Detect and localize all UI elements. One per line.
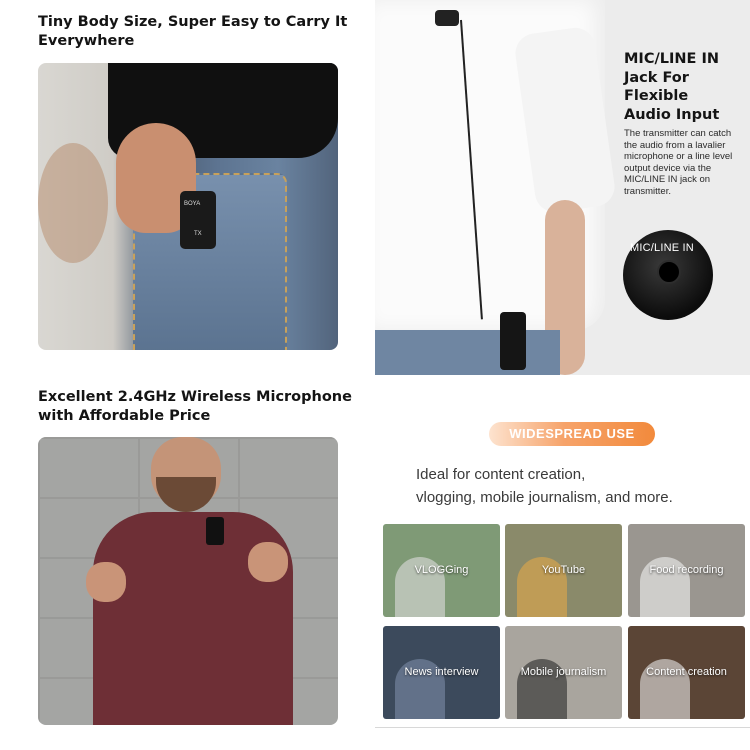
tiny-size-heading-line2: Everywhere: [38, 33, 135, 49]
jack-label: MIC/LINE IN: [630, 242, 694, 254]
wireless-mic-heading-line1: Excellent 2.4GHz Wireless Microphone: [38, 389, 352, 405]
mic-line-in-title-line4: Audio Input: [624, 106, 720, 123]
use-case-label: YouTube: [541, 564, 586, 576]
happy-man-photo: [38, 437, 338, 725]
transmitter-device: [500, 312, 526, 370]
use-case-label: Food recording: [649, 564, 724, 576]
background-blur: [38, 143, 108, 263]
wireless-mic-heading: Excellent 2.4GHz Wireless Microphone wit…: [38, 388, 358, 426]
clipped-transmitter: [206, 517, 224, 545]
left-fist: [86, 562, 126, 602]
tiny-size-heading: Tiny Body Size, Super Easy to Carry It E…: [38, 13, 358, 51]
use-case-label: Mobile journalism: [520, 666, 607, 678]
transmitter-device: BOYA TX: [180, 191, 216, 249]
use-case-label: News interview: [404, 666, 479, 678]
mic-line-in-panel: MIC/LINE IN Jack For Flexible Audio Inpu…: [375, 0, 750, 375]
use-case-grid: VLOGGing YouTube Food recording News int…: [383, 524, 745, 721]
tiny-size-panel: Tiny Body Size, Super Easy to Carry It E…: [0, 0, 375, 375]
use-case-tile-content-creation: Content creation: [628, 626, 745, 719]
lavalier-mic: [435, 10, 459, 26]
use-case-label: VLOGGing: [414, 564, 469, 576]
mic-line-in-title-line2: Jack For: [624, 69, 689, 86]
widespread-use-badge: WIDESPREAD USE: [489, 422, 655, 446]
jeans: [375, 330, 560, 375]
widespread-use-panel: WIDESPREAD USE Ideal for content creatio…: [375, 375, 750, 750]
wireless-mic-heading-line2: with Affordable Price: [38, 408, 211, 424]
audio-jack-icon: [657, 260, 681, 284]
tiny-size-heading-line1: Tiny Body Size, Super Easy to Carry It: [38, 14, 348, 30]
use-case-tile-news: News interview: [383, 626, 500, 719]
use-case-tile-mobile-journalism: Mobile journalism: [505, 626, 622, 719]
right-fist: [248, 542, 288, 582]
use-case-tile-vlogging: VLOGGing: [383, 524, 500, 617]
device-tag: TX: [194, 231, 202, 237]
widespread-use-text-line2: vlogging, mobile journalism, and more.: [416, 489, 673, 506]
wireless-mic-panel: Excellent 2.4GHz Wireless Microphone wit…: [0, 375, 375, 750]
device-logo: BOYA: [184, 201, 201, 207]
use-case-label: Content creation: [646, 666, 727, 678]
use-case-tile-youtube: YouTube: [505, 524, 622, 617]
widespread-use-text: Ideal for content creation, vlogging, mo…: [416, 463, 716, 509]
mic-line-in-title-line3: Flexible: [624, 88, 689, 104]
mic-line-in-title: MIC/LINE IN Jack For Flexible Audio Inpu…: [624, 50, 744, 124]
pocket-photo: BOYA TX: [38, 63, 338, 350]
widespread-use-text-line1: Ideal for content creation,: [416, 466, 586, 483]
divider: [375, 727, 750, 728]
mic-line-in-title-line1: MIC/LINE IN: [624, 51, 720, 67]
mic-line-in-description: The transmitter can catch the audio from…: [624, 128, 733, 197]
use-case-tile-food: Food recording: [628, 524, 745, 617]
